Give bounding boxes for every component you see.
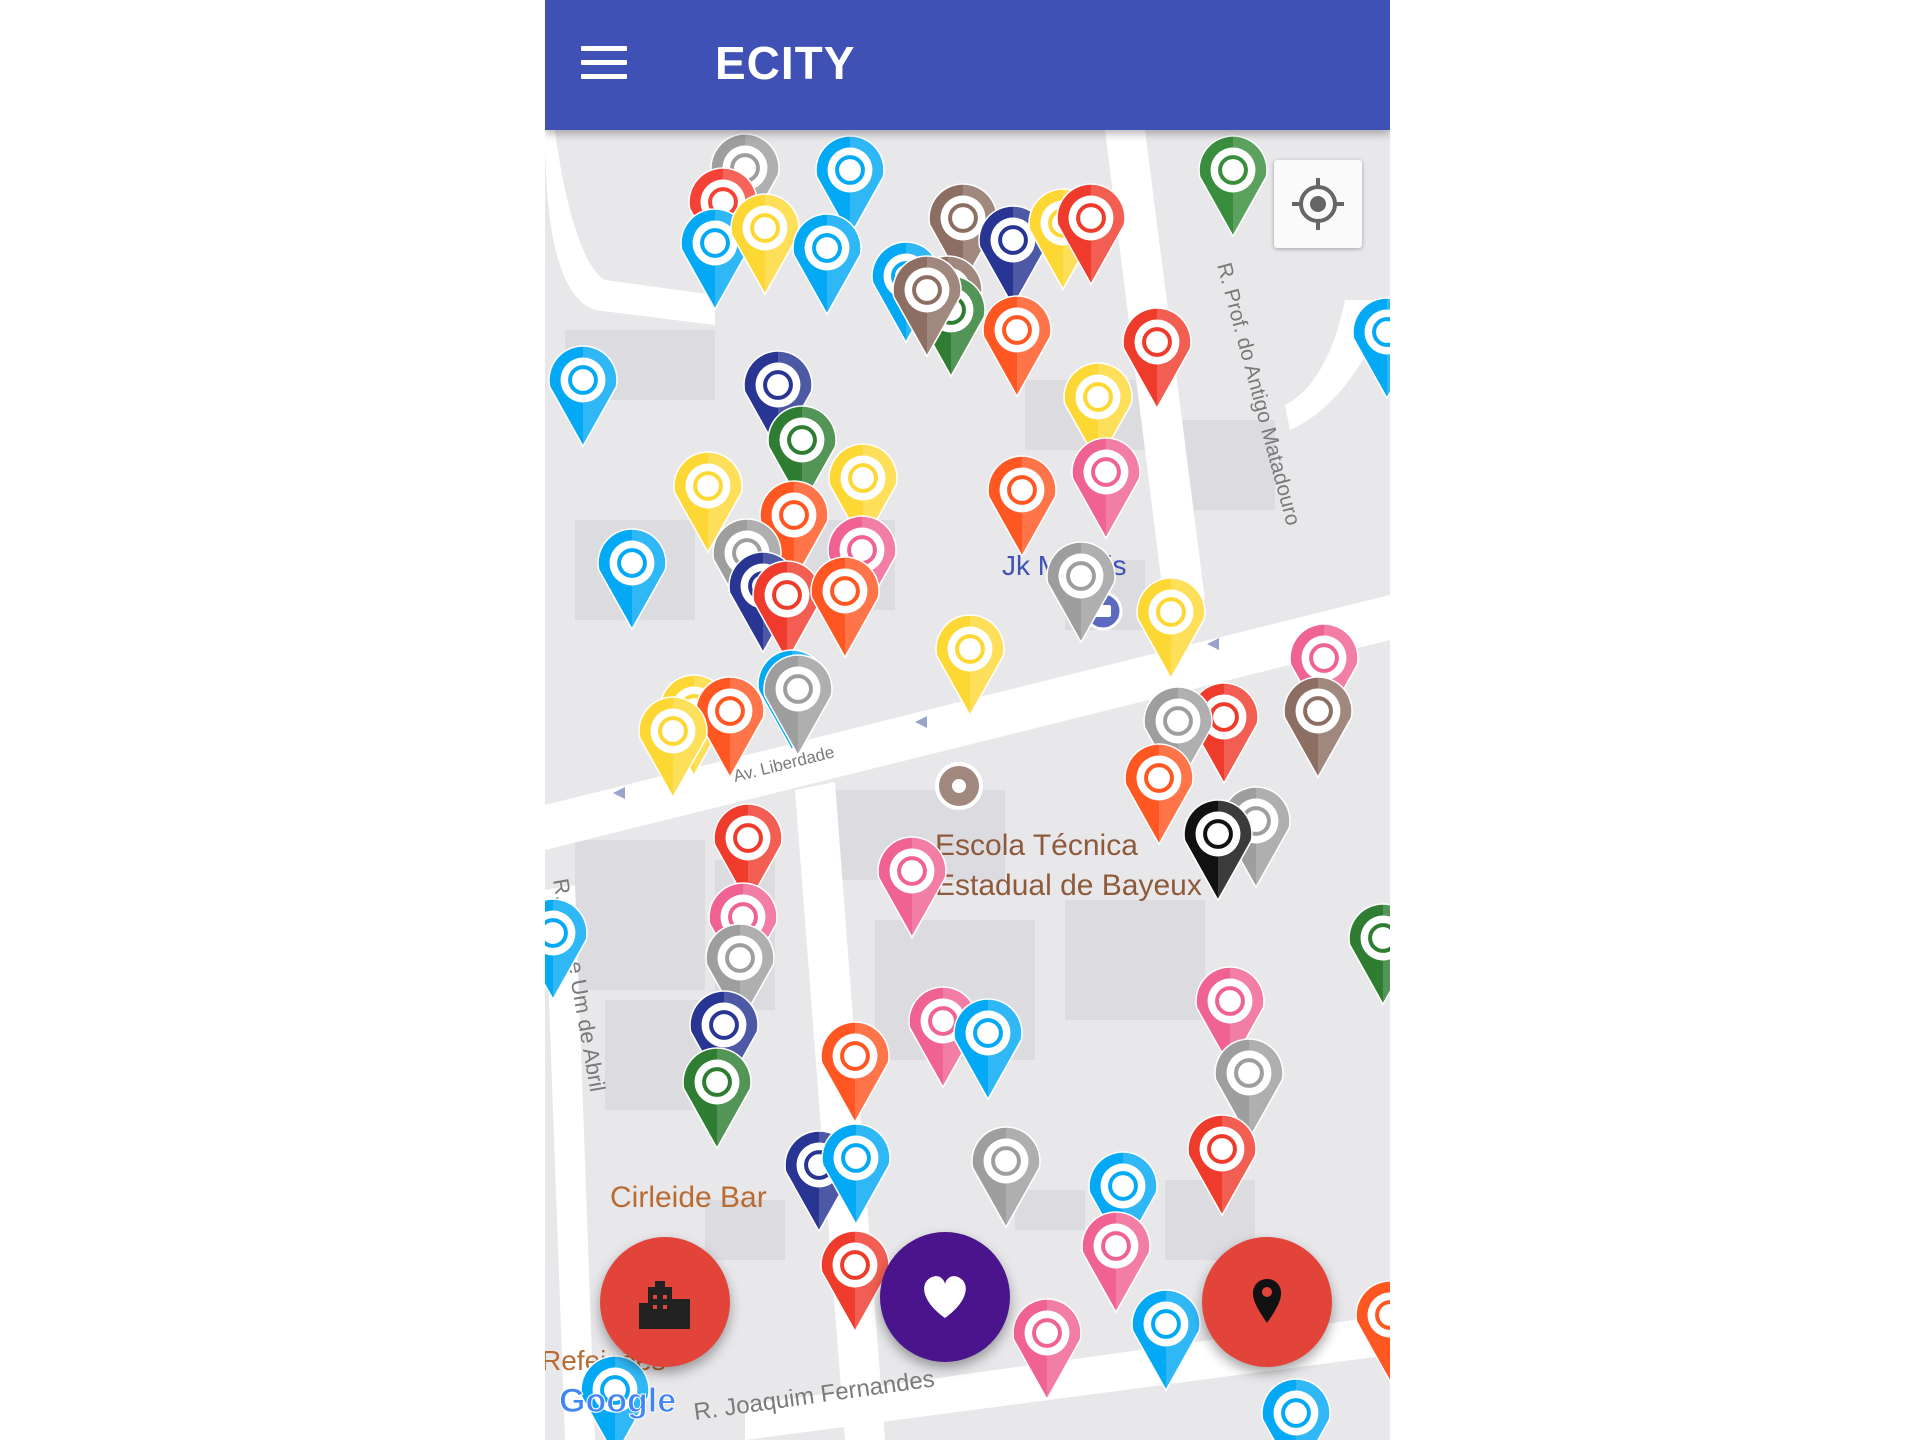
heart-icon xyxy=(924,1276,966,1318)
my-location-button[interactable] xyxy=(1274,160,1362,248)
place-label-escola-line1: Escola Técnica xyxy=(935,829,1138,862)
app-bar: ECITY xyxy=(545,0,1390,130)
city-button[interactable] xyxy=(600,1237,730,1367)
place-label-escola-line2: Estadual de Bayeux xyxy=(935,869,1202,902)
app-title: ECITY xyxy=(715,37,856,89)
location-pin-icon xyxy=(1253,1279,1281,1323)
place-label-cirleide: Cirleide Bar xyxy=(610,1181,767,1214)
google-attribution: Google xyxy=(559,1382,676,1420)
map-marker-flood-icon[interactable] xyxy=(1261,1378,1331,1440)
school-poi-icon[interactable] xyxy=(935,762,983,810)
map-view[interactable]: R. Prof. do Antigo Matadouro Av. Liberda… xyxy=(545,0,1390,1440)
favorite-button[interactable] xyxy=(880,1232,1010,1362)
hamburger-menu-icon[interactable] xyxy=(581,46,631,82)
my-location-icon xyxy=(1292,178,1344,230)
app-screen: R. Prof. do Antigo Matadouro Av. Liberda… xyxy=(545,0,1390,1440)
city-icon xyxy=(639,1281,690,1329)
add-location-button[interactable] xyxy=(1202,1237,1332,1367)
